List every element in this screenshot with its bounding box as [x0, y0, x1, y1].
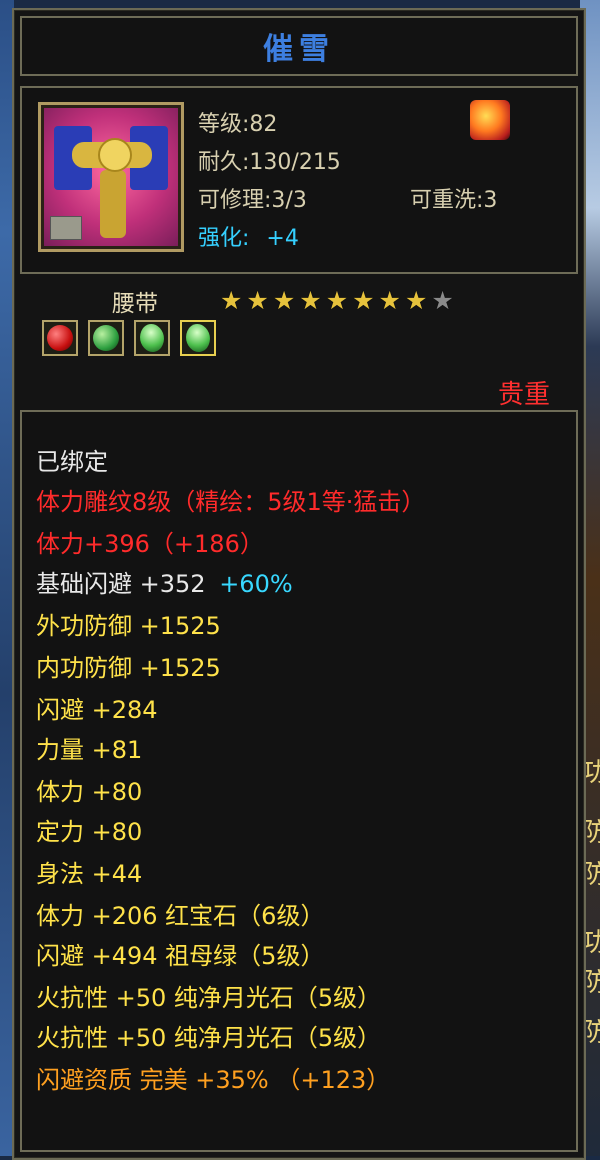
item-icon-frame[interactable]: [38, 102, 184, 252]
base-dodge-pct: +60%: [219, 570, 293, 598]
item-tooltip: 催雪 等级:82 耐久:130/215 可修理:3/3 可重洗:3 强化: +4…: [12, 8, 586, 1160]
aptitude-line: 闪避资质 完美 +35% （+123）: [36, 1066, 391, 1094]
gem-dodge-line: 闪避 +494 祖母绿（5级）: [36, 942, 325, 970]
star-filled-icon: ★: [246, 286, 269, 315]
star-filled-icon: ★: [325, 286, 349, 315]
base-dodge-line: 基础闪避 +352 +60%: [36, 564, 293, 599]
rewash-text: 可重洗:3: [410, 188, 498, 213]
gem-fire-resist-line-2: 火抗性 +50 纯净月光石（5级）: [36, 1024, 382, 1052]
star-filled-icon: ★: [378, 286, 401, 315]
enhance-label: 强化:: [198, 226, 250, 251]
repair-text: 可修理:3/3: [198, 188, 307, 213]
attribute-panel: 已绑定 体力雕纹8级（精绘：5级1等·猛击） 体力+396（+186） 基础闪避…: [20, 410, 578, 1152]
gem-slot-3[interactable]: [133, 319, 171, 357]
item-type: 腰带: [112, 291, 158, 317]
level-text: 等级:82: [198, 112, 278, 137]
durability-text: 耐久:130/215: [198, 150, 341, 175]
gem-stamina-line: 体力 +206 红宝石（6级）: [36, 902, 325, 930]
item-info-panel: 等级:82 耐久:130/215 可修理:3/3 可重洗:3 强化: +4: [20, 86, 578, 274]
emerald-gem-icon: [93, 325, 119, 351]
enhance-value: +4: [266, 226, 299, 251]
enhance-row: 强化: +4: [198, 220, 299, 252]
star-filled-icon: ★: [299, 286, 322, 315]
gem-slot-4[interactable]: [179, 319, 217, 357]
star-filled-icon: ★: [404, 286, 428, 315]
dodge-line: 闪避 +284: [36, 696, 158, 724]
bind-lock-icon: [50, 216, 82, 240]
gem-slot-2[interactable]: [88, 320, 124, 356]
rarity-label: 贵重: [497, 380, 550, 410]
star-empty-icon: ★: [431, 286, 454, 315]
engrave-line: 体力雕纹8级（精绘：5级1等·猛击）: [36, 488, 426, 516]
ruby-gem-icon: [47, 325, 73, 351]
belt-icon: [44, 108, 178, 246]
item-name: 催雪: [263, 32, 335, 67]
stamina-line: 体力 +80: [36, 778, 143, 806]
bound-status: 已绑定: [36, 448, 108, 476]
item-title-bar: 催雪: [20, 16, 578, 76]
agility-line: 身法 +44: [36, 860, 143, 888]
strength-line: 力量 +81: [36, 736, 143, 764]
moonstone-gem-icon: [179, 319, 217, 357]
fire-attribute-icon: [470, 100, 510, 140]
ext-defense-line: 外功防御 +1525: [36, 612, 221, 640]
star-rating: ★ ★ ★ ★ ★ ★ ★ ★ ★: [220, 286, 454, 315]
star-filled-icon: ★: [352, 286, 375, 315]
gem-slot-1[interactable]: [42, 320, 78, 356]
star-filled-icon: ★: [272, 286, 296, 315]
focus-line: 定力 +80: [36, 818, 143, 846]
stamina-total-line: 体力+396（+186）: [36, 530, 264, 558]
int-defense-line: 内功防御 +1525: [36, 654, 221, 682]
base-dodge-value: 基础闪避 +352: [36, 570, 206, 598]
star-filled-icon: ★: [220, 286, 243, 315]
moonstone-gem-icon: [133, 319, 171, 357]
gem-fire-resist-line-1: 火抗性 +50 纯净月光石（5级）: [36, 984, 382, 1012]
gem-slots: [42, 319, 217, 357]
